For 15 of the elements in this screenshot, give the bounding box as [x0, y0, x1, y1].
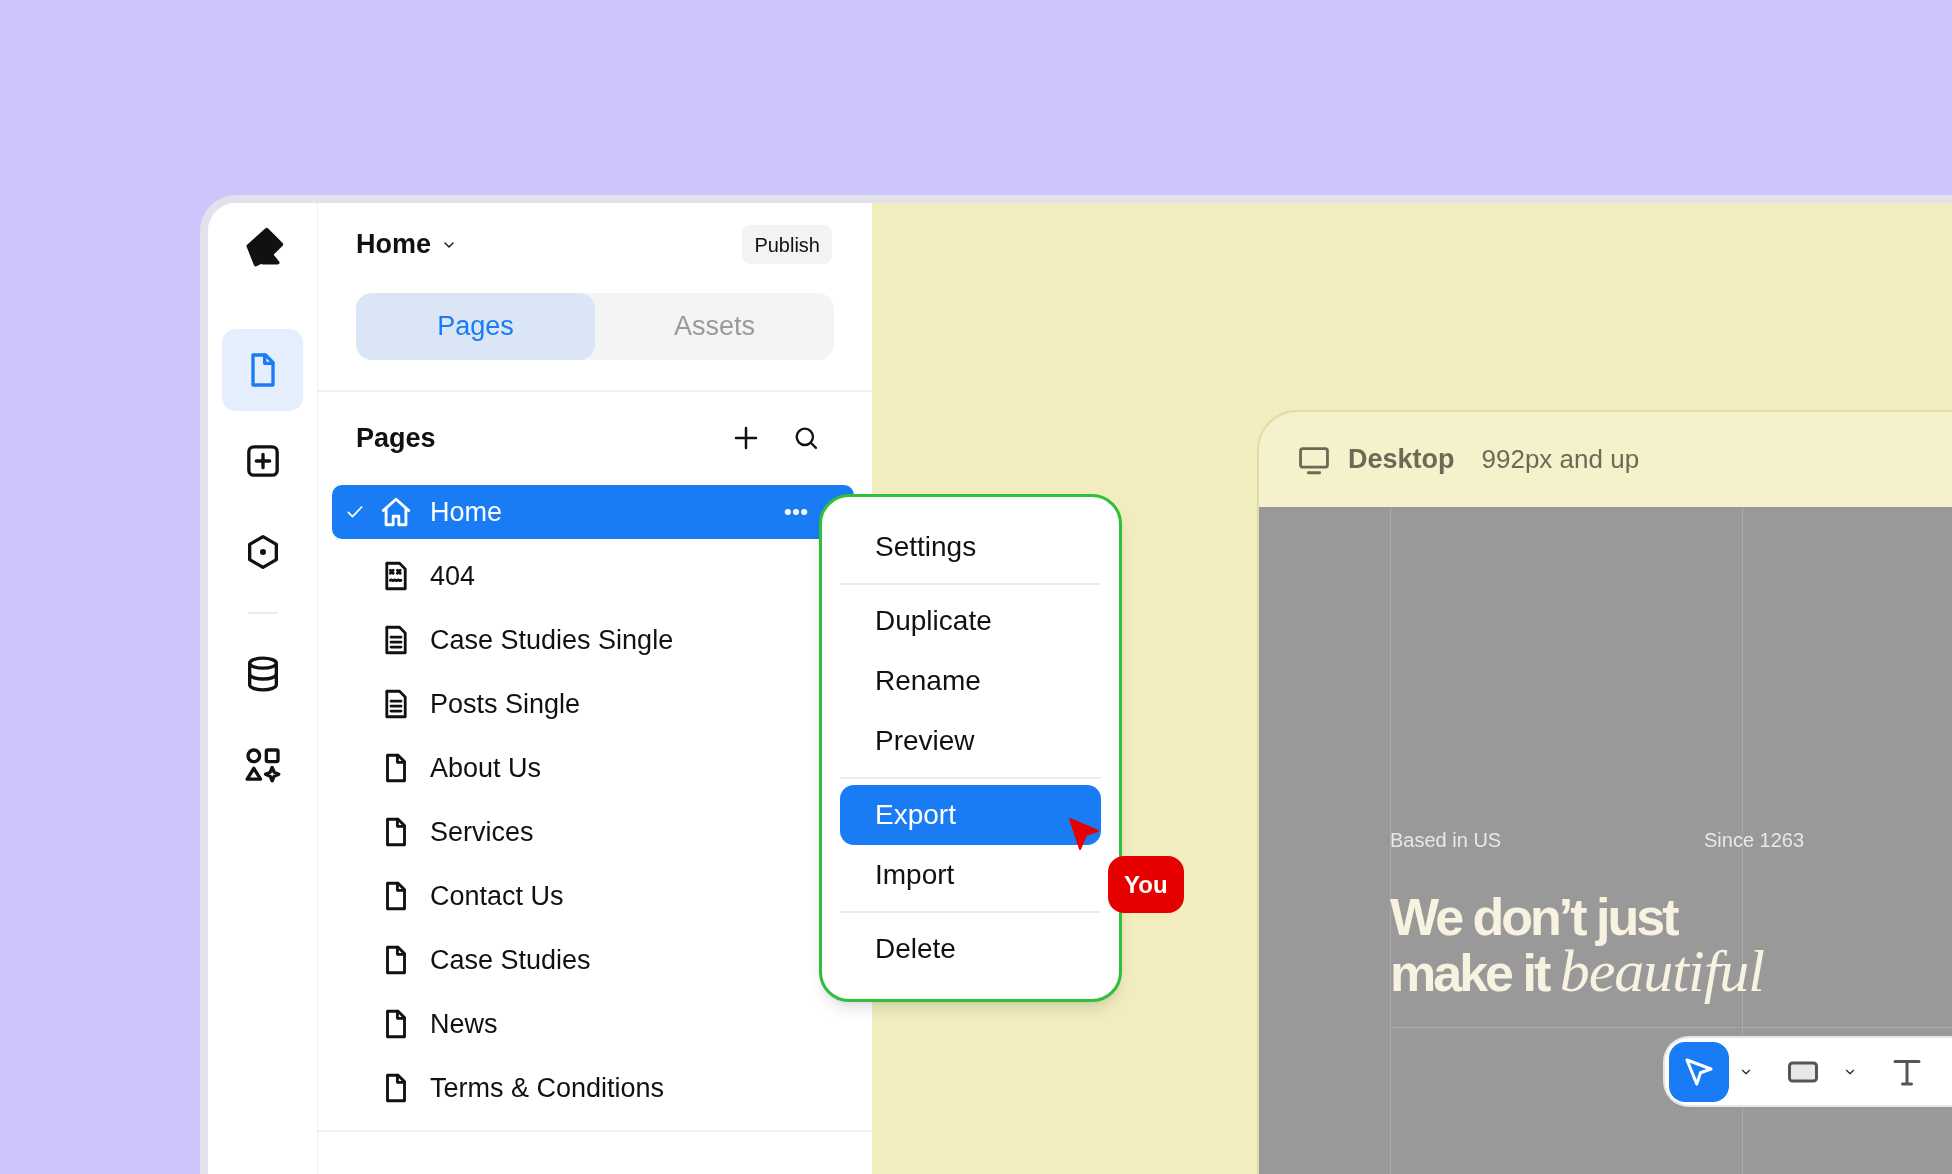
since-label: Since 1263	[1704, 828, 1805, 849]
section-title: Pages	[356, 421, 437, 455]
publish-button[interactable]: Publish	[742, 225, 832, 264]
page-row[interactable]: News	[332, 997, 854, 1051]
tool-button[interactable]	[1669, 1041, 1729, 1102]
cursor-label: You	[1108, 856, 1184, 913]
breakpoint-range: 992px and up	[1481, 443, 1640, 476]
location-label: Based in US	[1390, 828, 1503, 849]
cursor-icon	[1068, 817, 1100, 851]
page-row[interactable]: Home	[332, 485, 854, 539]
page-title-dropdown[interactable]: Home	[356, 225, 457, 264]
menu-item[interactable]: Export	[840, 785, 1101, 845]
page-row[interactable]: Terms & Conditions	[332, 1061, 854, 1115]
breakpoint-name: Desktop	[1348, 443, 1455, 477]
home-icon	[379, 495, 413, 529]
